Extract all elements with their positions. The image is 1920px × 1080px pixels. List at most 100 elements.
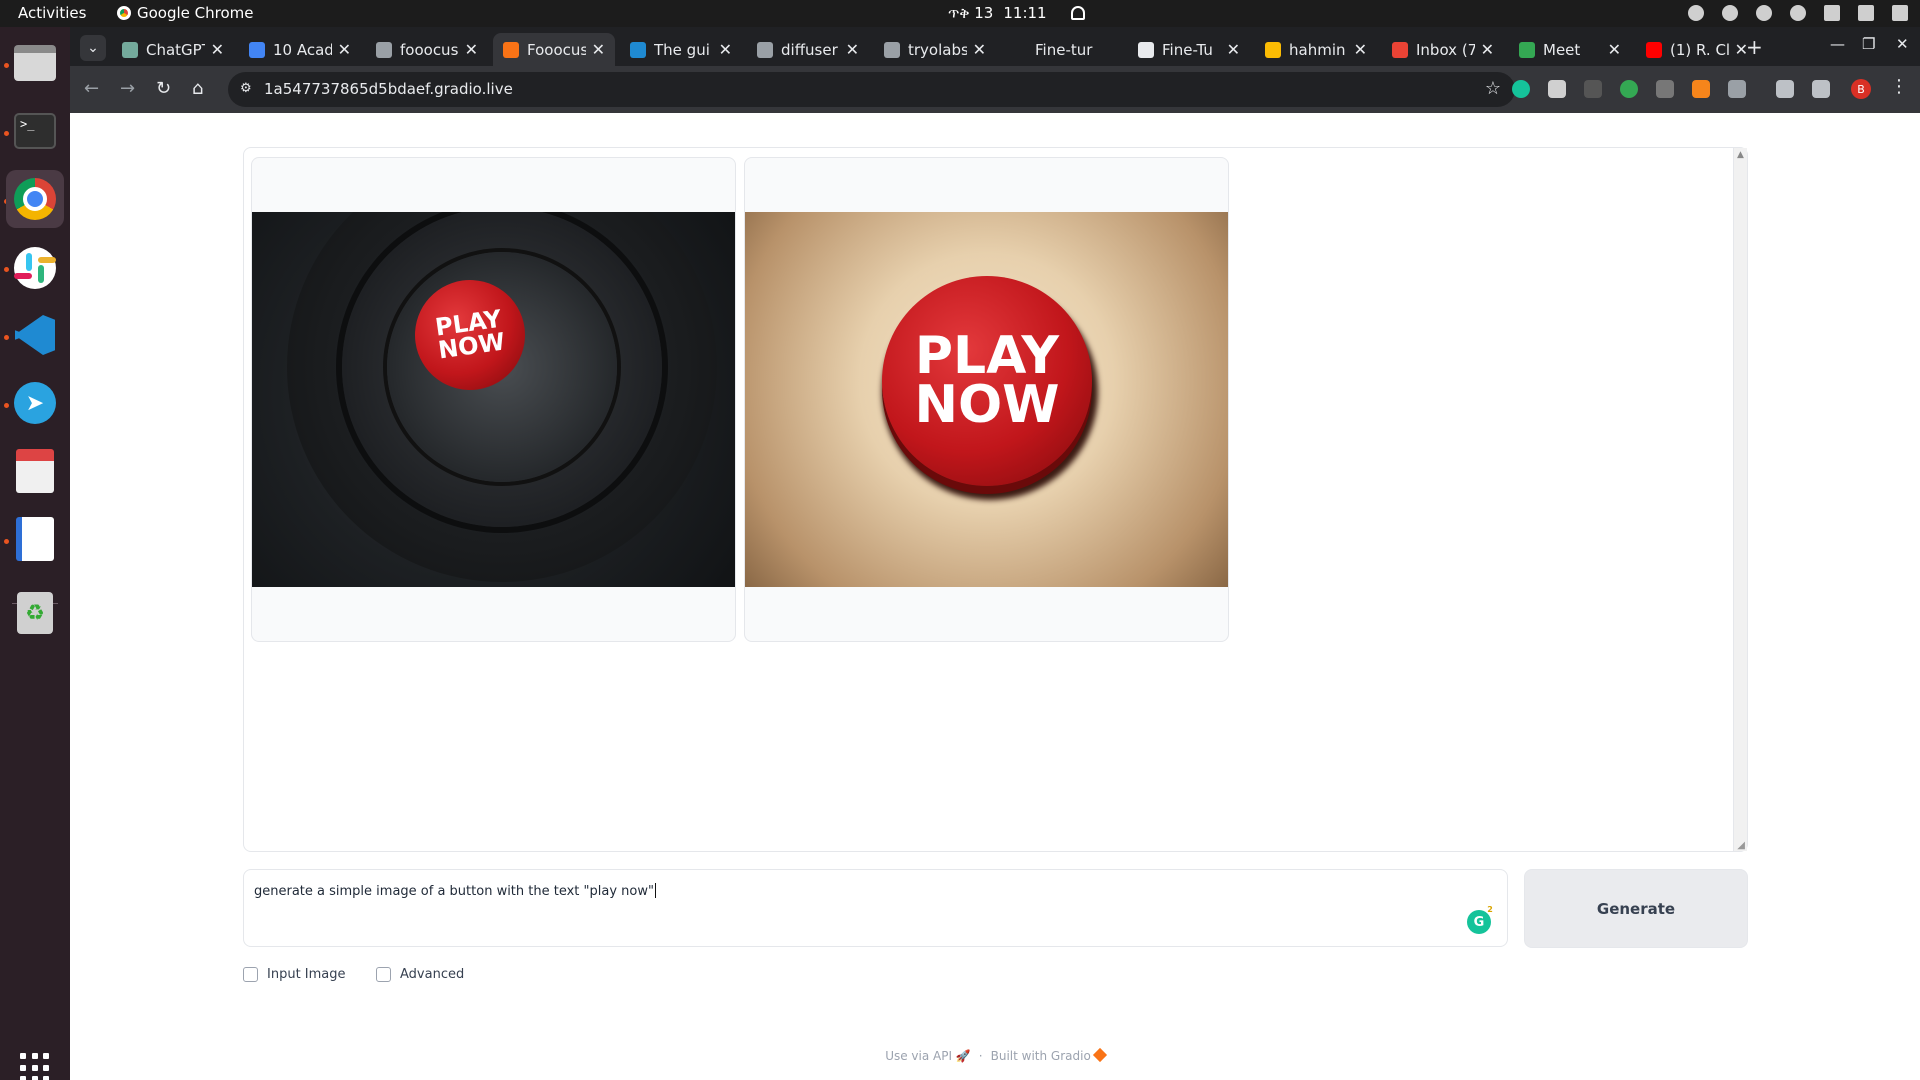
slack-tray-icon[interactable] — [1688, 5, 1704, 21]
text-editor-app-icon[interactable] — [12, 516, 58, 562]
close-window-icon[interactable]: ✕ — [1896, 35, 1909, 53]
telegram-app-icon[interactable]: ➤ — [12, 380, 58, 426]
tab-close-icon[interactable]: ✕ — [973, 40, 986, 59]
terminal-app-icon[interactable]: >_ — [12, 108, 58, 154]
bookmark-star-icon[interactable]: ☆ — [1485, 78, 1501, 99]
tab-close-icon[interactable]: ✕ — [1227, 40, 1240, 59]
tab-close-icon[interactable]: ✕ — [592, 40, 605, 59]
tab-title: tryolabs — [908, 40, 967, 59]
home-icon[interactable]: ⌂ — [192, 78, 203, 99]
tab-title: fooocus — [400, 40, 459, 59]
generated-image-1[interactable]: PLAY NOW — [252, 212, 735, 587]
site-info-icon[interactable]: ⚙ — [240, 81, 256, 97]
browser-tab[interactable]: ChatGPT ✕ — [112, 33, 234, 66]
built-with-gradio-link[interactable]: Built with Gradio — [991, 1047, 1107, 1063]
tab-search-icon[interactable]: ⌄ — [80, 35, 106, 61]
chrome-app-icon[interactable] — [6, 170, 64, 228]
restore-icon[interactable]: ❐ — [1862, 35, 1875, 53]
back-icon[interactable]: ← — [84, 78, 99, 99]
volume-icon[interactable] — [1824, 5, 1840, 21]
extension-icon[interactable] — [1620, 80, 1638, 98]
tab-title: (1) R. Cl — [1670, 40, 1729, 59]
system-tray[interactable] — [1688, 5, 1908, 21]
tab-favicon-icon — [1519, 41, 1535, 58]
slack-app-icon[interactable] — [12, 245, 58, 291]
metamask-extension-icon[interactable] — [1692, 80, 1710, 98]
tab-close-icon[interactable]: ✕ — [846, 40, 859, 59]
generated-image-2[interactable]: PLAY NOW — [745, 212, 1228, 587]
docker-tray-icon[interactable] — [1722, 5, 1738, 21]
browser-tab[interactable]: tryolabs ✕ — [874, 33, 996, 66]
tab-title: ChatGPT — [146, 40, 205, 59]
show-apps-icon[interactable] — [20, 1053, 50, 1080]
tab-favicon-icon — [1646, 41, 1662, 58]
tab-close-icon[interactable]: ✕ — [1608, 40, 1621, 59]
new-tab-button[interactable]: + — [1746, 35, 1763, 59]
browser-menu-icon[interactable]: ⋮ — [1890, 76, 1908, 97]
browser-tab[interactable]: Meet ✕ — [1509, 33, 1631, 66]
use-via-api-link[interactable]: Use via API 🚀 — [885, 1049, 971, 1063]
extension-icon[interactable] — [1584, 80, 1602, 98]
forward-icon[interactable]: → — [120, 78, 135, 99]
profile-avatar[interactable]: B — [1851, 79, 1871, 99]
grammarly-icon[interactable]: G2 — [1467, 904, 1495, 934]
browser-tab[interactable]: fooocus ✕ — [366, 33, 488, 66]
extension-icon[interactable] — [1548, 80, 1566, 98]
browser-tab[interactable]: Fooocus ✕ — [493, 33, 615, 66]
browser-tab[interactable]: The gui ✕ — [620, 33, 742, 66]
advanced-checkbox[interactable]: Advanced — [376, 967, 464, 982]
tab-favicon-icon — [630, 41, 646, 58]
checkbox-box[interactable] — [243, 967, 258, 982]
trash-icon[interactable]: ♻ — [12, 590, 58, 636]
gallery-item-2[interactable]: PLAY NOW — [744, 157, 1229, 642]
generate-button[interactable]: Generate — [1524, 869, 1748, 948]
prompt-textarea[interactable]: generate a simple image of a button with… — [243, 869, 1508, 947]
tab-close-icon[interactable]: ✕ — [719, 40, 732, 59]
activities-button[interactable]: Activities — [18, 4, 86, 22]
wifi-icon[interactable] — [1790, 5, 1806, 21]
browser-tab[interactable]: Fine-Tu ✕ — [1128, 33, 1250, 66]
input-image-checkbox[interactable]: Input Image — [243, 967, 346, 982]
resize-handle-icon[interactable]: ◢ — [1737, 840, 1745, 851]
reading-list-icon[interactable] — [1776, 80, 1794, 98]
tab-close-icon[interactable]: ✕ — [211, 40, 224, 59]
clock[interactable]: ጥቅ 13 11:11 — [948, 4, 1085, 22]
address-bar[interactable]: ⚙ 1a547737865d5bdaef.gradio.live ☆ — [228, 72, 1515, 107]
tab-favicon-icon — [1392, 41, 1408, 58]
vpn-tray-icon[interactable] — [1756, 5, 1772, 21]
document-viewer-app-icon[interactable] — [12, 448, 58, 494]
browser-tab[interactable]: Fine-tur — [1001, 33, 1123, 66]
files-app-icon[interactable] — [12, 40, 58, 86]
browser-tab[interactable]: (1) R. Cl ✕ — [1636, 33, 1758, 66]
browser-tab[interactable]: 10 Acad ✕ — [239, 33, 361, 66]
app-menu[interactable]: Google Chrome — [117, 4, 254, 22]
prompt-text: generate a simple image of a button with… — [254, 883, 656, 899]
microphone-icon[interactable] — [1858, 5, 1874, 21]
browser-tab[interactable]: Inbox (7 ✕ — [1382, 33, 1504, 66]
tab-title: Fine-Tu — [1162, 40, 1213, 59]
running-indicator — [4, 131, 9, 136]
vscode-app-icon[interactable] — [12, 312, 58, 358]
browser-tab[interactable]: diffuser ✕ — [747, 33, 869, 66]
reload-icon[interactable]: ↻ — [156, 78, 171, 99]
chrome-icon — [117, 6, 131, 20]
gallery-item-1[interactable]: PLAY NOW — [251, 157, 736, 642]
side-panel-icon[interactable] — [1812, 80, 1830, 98]
gallery-scrollbar[interactable]: ▲ — [1733, 148, 1747, 851]
tab-close-icon[interactable]: ✕ — [465, 40, 478, 59]
extensions-puzzle-icon[interactable] — [1728, 80, 1746, 98]
browser-tab[interactable]: hahmin ✕ — [1255, 33, 1377, 66]
tab-close-icon[interactable]: ✕ — [1481, 40, 1494, 59]
grammarly-extension-icon[interactable] — [1512, 80, 1530, 98]
checkbox-box[interactable] — [376, 967, 391, 982]
tab-title: Inbox (7 — [1416, 40, 1475, 59]
dock: >_ ➤ ♻ — [0, 27, 70, 1080]
tab-title: diffuser — [781, 40, 838, 59]
footer: Use via API 🚀 · Built with Gradio — [70, 1047, 1920, 1063]
tab-close-icon[interactable]: ✕ — [1354, 40, 1367, 59]
extension-icon[interactable] — [1656, 80, 1674, 98]
battery-icon[interactable] — [1892, 5, 1908, 21]
tab-close-icon[interactable]: ✕ — [338, 40, 351, 59]
scroll-up-icon[interactable]: ▲ — [1737, 150, 1744, 160]
minimize-icon[interactable]: — — [1830, 35, 1845, 53]
